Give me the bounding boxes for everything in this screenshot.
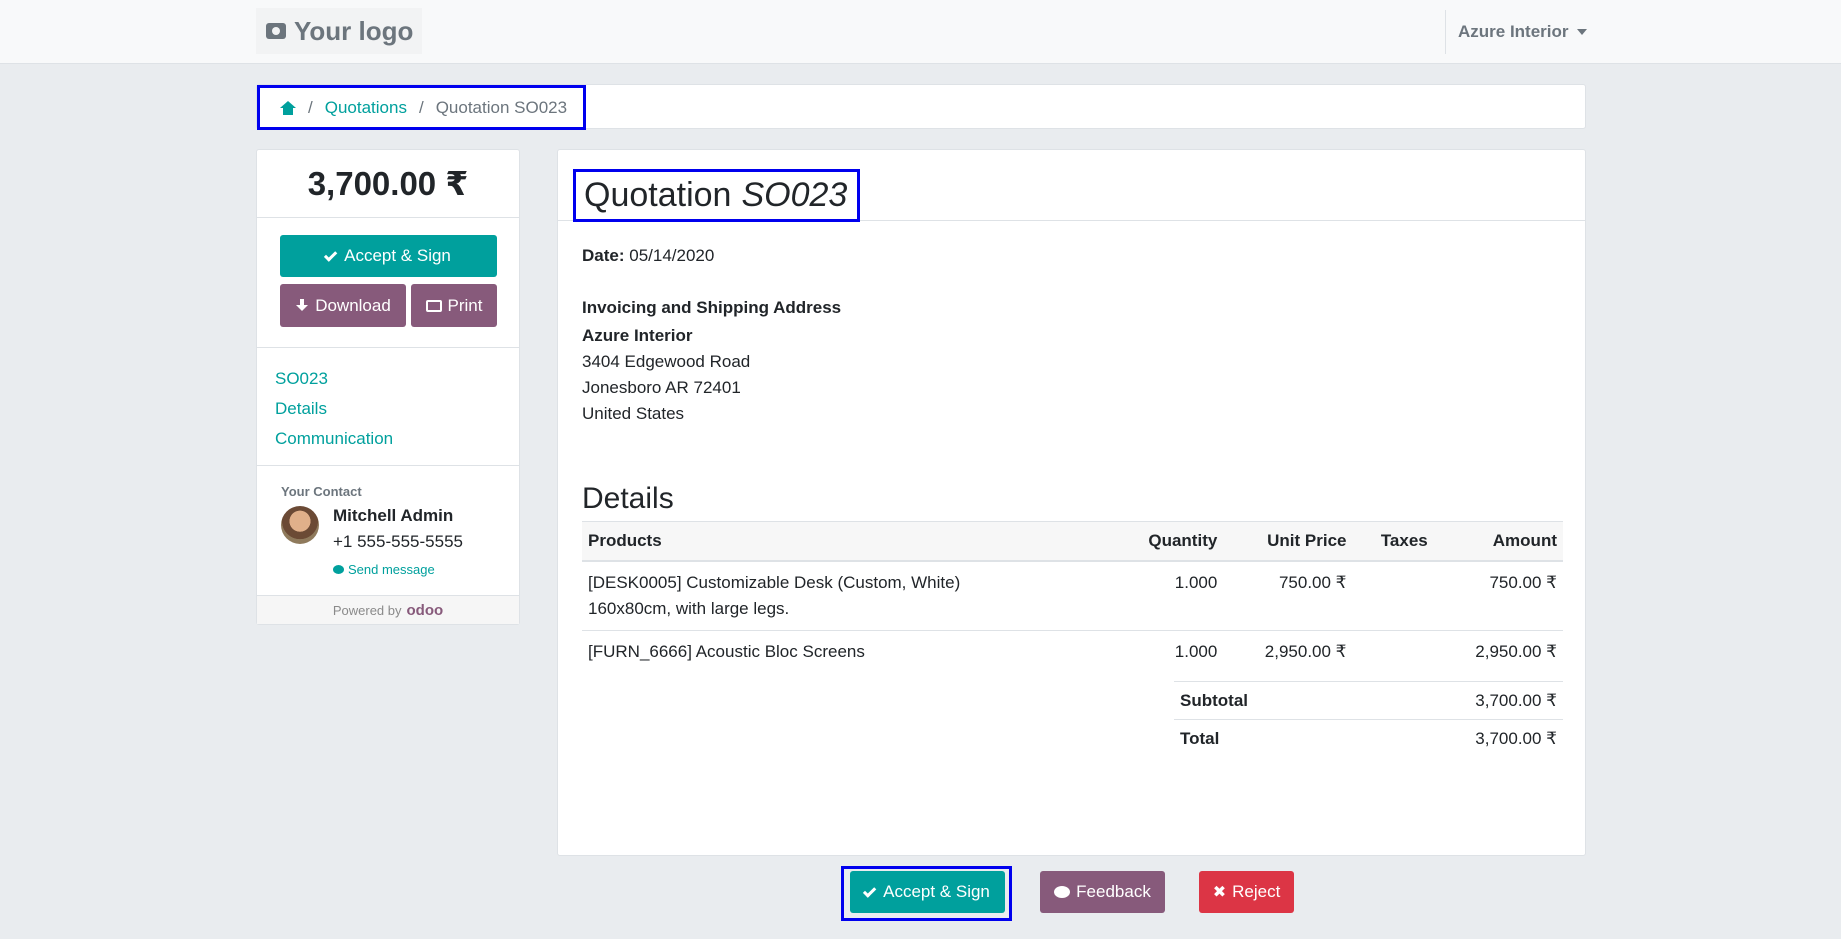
reject-button[interactable]: ✖ Reject <box>1199 871 1294 913</box>
amount-cell: 750.00 ₹ <box>1433 560 1563 631</box>
total-row: Total 3,700.00 ₹ <box>1174 719 1563 758</box>
sidebar-accept-sign-button[interactable]: Accept & Sign <box>280 235 497 277</box>
odoo-logo[interactable]: odoo <box>407 602 444 619</box>
sidebar-amount: 3,700.00 ₹ <box>257 150 519 218</box>
contact-name: Mitchell Admin <box>333 506 454 525</box>
sidebar-actions: Accept & Sign Download Print <box>257 218 519 348</box>
address-heading: Invoicing and Shipping Address <box>582 298 842 317</box>
download-button[interactable]: Download <box>280 284 406 327</box>
subtotal-row: Subtotal 3,700.00 ₹ <box>1174 681 1563 720</box>
breadcrumb-quotations-link[interactable]: Quotations <box>325 98 407 118</box>
contact-label: Your Contact <box>281 484 362 499</box>
title-prefix: Quotation <box>584 176 732 214</box>
send-message-label: Send message <box>348 562 435 577</box>
unit-price-cell: 750.00 ₹ <box>1223 560 1353 631</box>
date-value: 05/14/2020 <box>629 246 715 265</box>
breadcrumb-current: Quotation SO023 <box>435 97 568 117</box>
check-icon <box>862 883 877 898</box>
column-header: Products <box>582 521 1112 562</box>
chat-icon <box>1054 886 1071 898</box>
sidebar-item-so023[interactable]: SO023 <box>275 364 519 394</box>
product-cell: [FURN_6666] Acoustic Bloc Screens <box>582 630 1112 695</box>
address-line: 3404 Edgewood Road <box>582 352 751 371</box>
column-header: Unit Price <box>1223 521 1353 562</box>
print-icon <box>425 299 442 312</box>
title-number: SO023 <box>741 176 848 214</box>
feedback-button[interactable]: Feedback <box>1040 871 1165 913</box>
column-header: Amount <box>1433 521 1563 562</box>
column-header: Quantity <box>1111 521 1224 562</box>
product-name: [FURN_6666] Acoustic Bloc Screens <box>588 641 865 661</box>
user-menu-label: Azure Interior <box>1458 22 1569 41</box>
document-body: Date: 05/14/2020 Invoicing and Shipping … <box>582 246 1562 516</box>
accept-sign-label: Accept & Sign <box>883 882 990 901</box>
breadcrumb-bar: / Quotations / Quotation SO023 <box>256 84 1586 130</box>
sidebar: 3,700.00 ₹ Accept & Sign Download Print … <box>256 149 520 625</box>
powered-by-label: Powered by <box>332 602 402 618</box>
contact-card: Your Contact Mitchell Admin +1 555-555-5… <box>257 466 519 596</box>
breadcrumb-separator: / <box>308 97 313 117</box>
total-value: 3,700.00 ₹ <box>1353 719 1563 758</box>
download-icon <box>295 298 309 313</box>
powered-by: Powered by odoo <box>257 596 519 624</box>
product-cell: [DESK0005] Customizable Desk (Custom, Wh… <box>582 560 1112 631</box>
download-label: Download <box>315 295 391 315</box>
reject-label: Reject <box>1232 882 1281 901</box>
table-header-row: Products Quantity Unit Price Taxes Amoun… <box>582 521 1563 562</box>
sidebar-item-details[interactable]: Details <box>275 394 519 424</box>
subtotal-label: Subtotal <box>1174 681 1354 720</box>
sidebar-accept-label: Accept & Sign <box>344 246 451 265</box>
address-name: Azure Interior <box>582 326 693 345</box>
date-label: Date: <box>582 246 625 265</box>
address-line: United States <box>582 404 685 423</box>
check-icon <box>323 247 338 262</box>
breadcrumb-separator: / <box>418 97 424 117</box>
close-icon: ✖ <box>1212 884 1227 901</box>
print-button[interactable]: Print <box>411 284 497 327</box>
accept-sign-button[interactable]: Accept & Sign <box>850 871 1005 913</box>
home-icon[interactable] <box>280 100 296 115</box>
document-header: Quotation SO023 <box>558 150 1585 222</box>
date-line: Date: 05/14/2020 <box>582 246 1562 266</box>
details-title: Details <box>582 482 674 515</box>
total-label: Total <box>1174 719 1354 758</box>
camera-icon <box>266 23 286 39</box>
breadcrumb: / Quotations / Quotation SO023 <box>257 85 587 130</box>
product-name: [DESK0005] Customizable Desk (Custom, Wh… <box>588 572 961 592</box>
quotation-document: Quotation SO023 Date: 05/14/2020 Invoici… <box>557 149 1586 856</box>
user-menu[interactable]: Azure Interior <box>1445 10 1587 54</box>
subtotal-value: 3,700.00 ₹ <box>1353 681 1563 720</box>
feedback-label: Feedback <box>1076 882 1151 901</box>
table-row: [DESK0005] Customizable Desk (Custom, Wh… <box>582 560 1563 631</box>
totals-table: Subtotal 3,700.00 ₹ Total 3,700.00 ₹ <box>1174 681 1563 758</box>
caret-down-icon <box>1576 29 1587 35</box>
product-description: 160x80cm, with large legs. <box>588 598 790 618</box>
logo-text: Your logo <box>294 15 414 46</box>
address-line: Jonesboro AR 72401 <box>582 378 741 397</box>
send-message-link[interactable]: Send message <box>333 562 435 577</box>
top-navbar: Your logo Azure Interior <box>0 0 1841 64</box>
sidebar-nav: SO023 Details Communication <box>257 348 519 466</box>
page-title: Quotation SO023 <box>573 169 861 222</box>
print-label: Print <box>447 295 483 315</box>
taxes-cell <box>1352 560 1434 631</box>
order-lines-table: Products Quantity Unit Price Taxes Amoun… <box>582 521 1563 695</box>
avatar <box>281 506 319 544</box>
contact-phone: +1 555-555-5555 <box>333 532 463 551</box>
company-logo[interactable]: Your logo <box>256 8 422 54</box>
column-header: Taxes <box>1352 521 1434 562</box>
quantity-cell: 1.000 <box>1111 560 1224 631</box>
sidebar-item-communication[interactable]: Communication <box>275 424 519 454</box>
chat-icon <box>333 565 344 574</box>
